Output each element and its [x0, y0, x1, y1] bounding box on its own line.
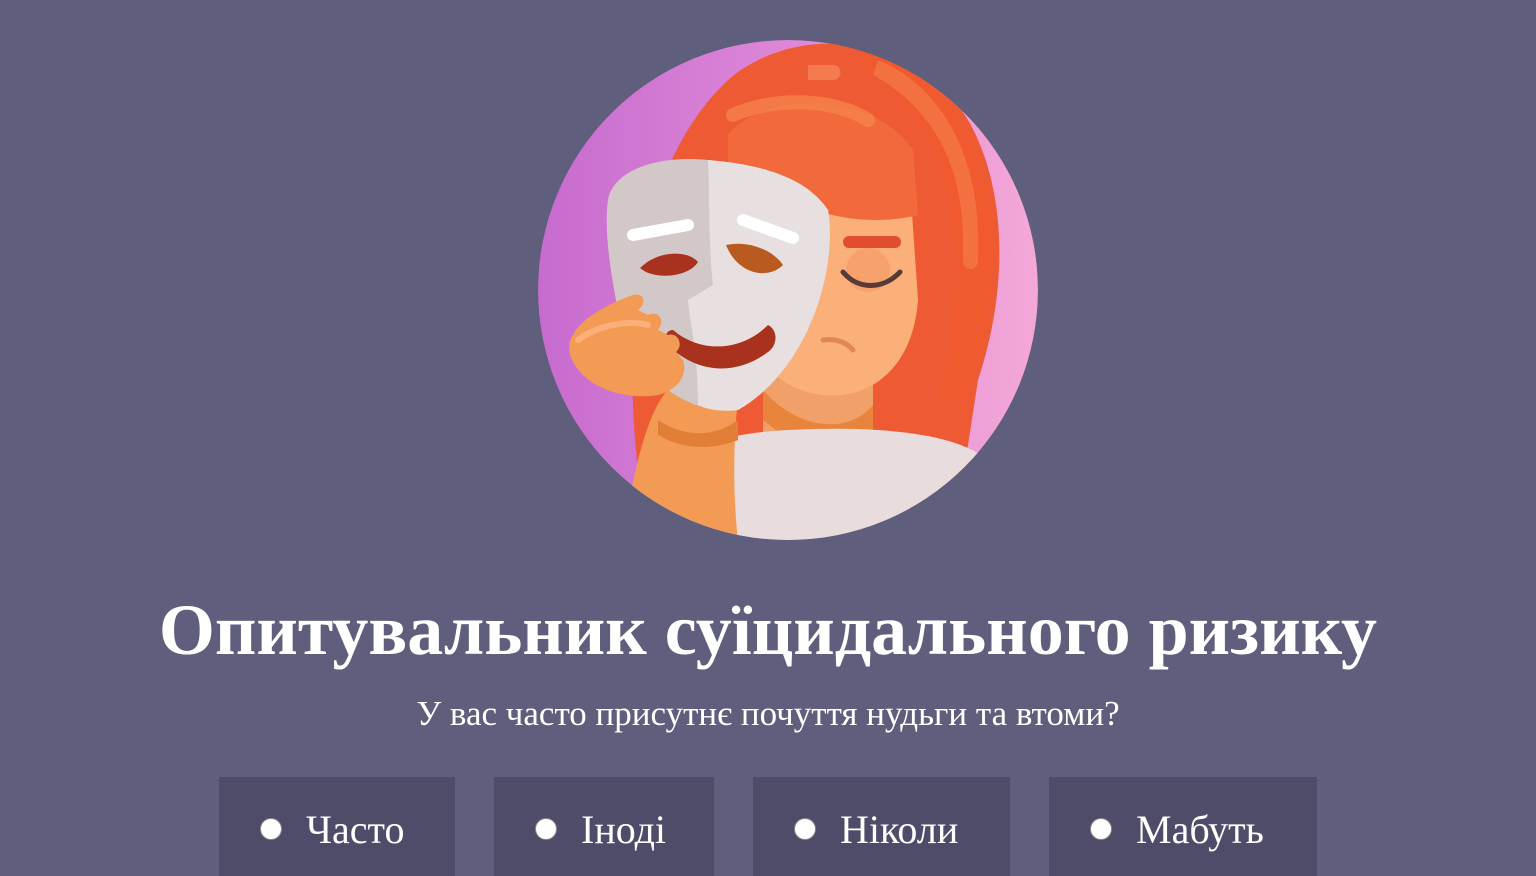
- option-label: Часто: [306, 807, 405, 852]
- radio-button[interactable]: [794, 818, 816, 840]
- option-mabut[interactable]: Мабуть: [1049, 777, 1317, 876]
- radio-button[interactable]: [260, 818, 282, 840]
- radio-button[interactable]: [1090, 818, 1112, 840]
- option-label: Мабуть: [1136, 807, 1264, 852]
- option-label: Ніколи: [840, 807, 959, 852]
- question-text: У вас часто присутнє почуття нудьги та в…: [416, 694, 1120, 733]
- page-title: Опитувальник суїцидального ризику: [158, 590, 1378, 670]
- mask-illustration: [538, 40, 1038, 540]
- option-chasto[interactable]: Часто: [219, 777, 455, 876]
- quiz-page: Опитувальник суїцидального ризику У вас …: [0, 0, 1536, 876]
- option-inodi[interactable]: Іноді: [494, 777, 714, 876]
- option-nikoly[interactable]: Ніколи: [753, 777, 1010, 876]
- radio-button[interactable]: [535, 818, 557, 840]
- option-label: Іноді: [581, 807, 667, 852]
